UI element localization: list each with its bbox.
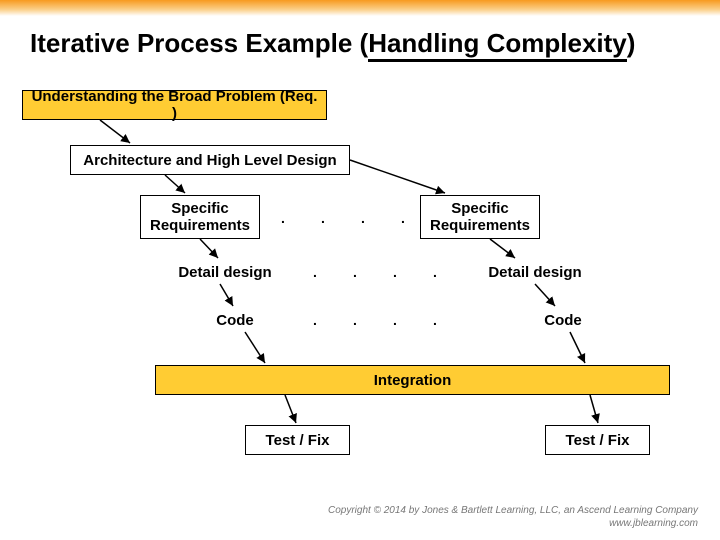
label: Understanding the Broad Problem (Req. ) [31, 88, 318, 122]
label: Specific Requirements [429, 200, 531, 234]
box-detail-right: Detail design [475, 260, 595, 284]
dot: . [390, 312, 400, 328]
label: Specific Requirements [149, 200, 251, 234]
label: Test / Fix [266, 432, 330, 449]
arrow [245, 332, 265, 363]
dot: . [350, 264, 360, 280]
box-integration: Integration [155, 365, 670, 395]
box-code-left: Code [200, 308, 270, 332]
label: Code [544, 312, 582, 329]
footer-url: www.jblearning.com [328, 517, 698, 530]
title-text-underlined: Handling Complexity [368, 28, 627, 62]
box-architecture: Architecture and High Level Design [70, 145, 350, 175]
dot: . [430, 312, 440, 328]
box-understanding-req: Understanding the Broad Problem (Req. ) [22, 90, 327, 120]
copyright-line: Copyright © 2014 by Jones & Bartlett Lea… [328, 504, 698, 517]
title-text-plain: Iterative Process Example ( [30, 28, 368, 58]
arrow [570, 332, 585, 363]
slide-root: Iterative Process Example (Handling Comp… [0, 0, 720, 540]
label: Architecture and High Level Design [83, 152, 336, 169]
arrow [100, 120, 130, 143]
arrow [590, 395, 598, 423]
box-code-right: Code [528, 308, 598, 332]
box-detail-left: Detail design [165, 260, 285, 284]
dots-code: .... [310, 312, 440, 328]
arrow [285, 395, 296, 423]
arrow [220, 284, 233, 306]
arrow [350, 160, 445, 193]
box-test-right: Test / Fix [545, 425, 650, 455]
dots-spec: .... [278, 210, 408, 226]
footer: Copyright © 2014 by Jones & Bartlett Lea… [328, 504, 698, 530]
arrow [490, 239, 515, 258]
title-text-close: ) [627, 28, 636, 58]
dot: . [430, 264, 440, 280]
box-spec-req-left: Specific Requirements [140, 195, 260, 239]
box-spec-req-right: Specific Requirements [420, 195, 540, 239]
label: Code [216, 312, 254, 329]
label: Integration [374, 372, 452, 389]
dot: . [350, 312, 360, 328]
box-test-left: Test / Fix [245, 425, 350, 455]
dot: . [398, 210, 408, 226]
dot: . [318, 210, 328, 226]
dot: . [310, 264, 320, 280]
dot: . [310, 312, 320, 328]
header-gradient [0, 0, 720, 16]
label: Test / Fix [566, 432, 630, 449]
arrow [165, 175, 185, 193]
label: Detail design [488, 264, 581, 281]
dot: . [358, 210, 368, 226]
dot: . [390, 264, 400, 280]
arrow [200, 239, 218, 258]
slide-title: Iterative Process Example (Handling Comp… [30, 28, 635, 59]
label: Detail design [178, 264, 271, 281]
dot: . [278, 210, 288, 226]
dots-detail: .... [310, 264, 440, 280]
arrow [535, 284, 555, 306]
